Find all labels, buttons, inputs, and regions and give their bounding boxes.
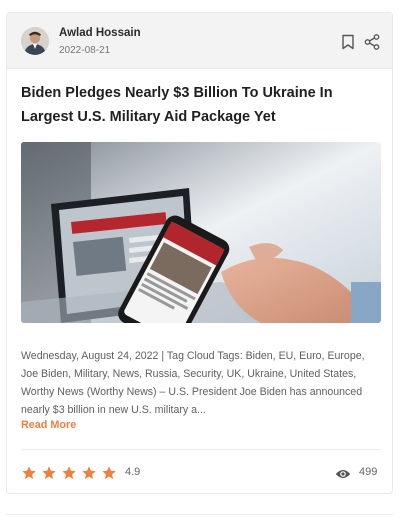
rating-stars: [21, 465, 117, 481]
post-date: 2022-08-21: [59, 45, 111, 56]
star-icon: [22, 466, 36, 479]
post-excerpt: Wednesday, August 24, 2022 | Tag Cloud T…: [21, 350, 365, 416]
read-more-link[interactable]: Read More: [21, 419, 76, 431]
star-icon: [102, 466, 116, 479]
news-card: Awlad Hossain 2022-08-21 Biden Pledges N…: [6, 12, 393, 494]
divider: [21, 449, 381, 450]
rating-value: 4.9: [125, 466, 141, 478]
bookmark-icon[interactable]: [341, 34, 355, 50]
author-name[interactable]: Awlad Hossain: [59, 27, 141, 39]
next-card-edge: [6, 514, 393, 515]
post-title[interactable]: Biden Pledges Nearly $3 Billion To Ukrai…: [21, 81, 381, 129]
eye-icon: [335, 467, 351, 479]
star-icon: [82, 466, 96, 479]
card-header: Awlad Hossain 2022-08-21: [7, 13, 392, 69]
post-image[interactable]: [21, 142, 381, 323]
star-icon: [62, 466, 76, 479]
star-icon: [42, 466, 56, 479]
share-icon[interactable]: [364, 34, 380, 50]
views-count: 499: [359, 466, 378, 478]
avatar[interactable]: [21, 27, 49, 55]
